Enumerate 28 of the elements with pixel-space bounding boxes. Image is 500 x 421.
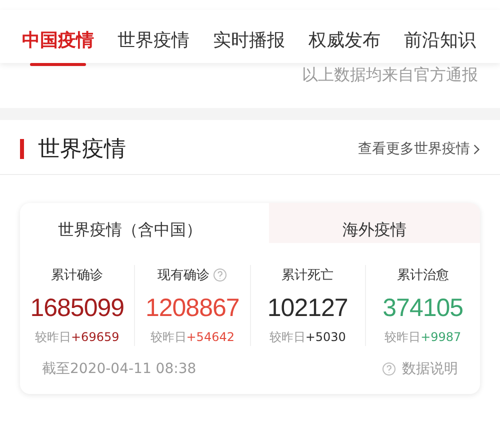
stat-delta: 较昨日+9987 — [384, 329, 462, 346]
stat-delta: 较昨日+5030 — [269, 329, 346, 346]
nav-tab[interactable]: 权威发布 — [308, 22, 380, 58]
section-marker — [20, 139, 24, 159]
stat-value: 1208867 — [145, 294, 240, 323]
active-underline — [30, 63, 86, 66]
help-icon — [382, 362, 396, 376]
stat-value: 374105 — [382, 294, 464, 323]
stat-label: 累计确诊 — [51, 267, 104, 284]
stat-label: 现有确诊 — [157, 267, 210, 284]
scope-tab[interactable]: 海外疫情 — [269, 203, 480, 243]
scope-tab[interactable]: 世界疫情（含中国） — [20, 203, 269, 243]
chevron-right-icon — [473, 144, 480, 154]
stat-value: 1685099 — [30, 294, 124, 323]
stat-value: 102127 — [267, 294, 348, 323]
nav-tab[interactable]: 世界疫情 — [118, 22, 190, 58]
more-link[interactable]: 查看更多世界疫情 — [358, 140, 480, 158]
nav-tab[interactable]: 前沿知识 — [404, 22, 476, 58]
nav-tab[interactable]: 实时播报 — [213, 22, 285, 58]
stat-label: 累计死亡 — [282, 267, 334, 284]
section-title: 世界疫情 — [38, 136, 127, 164]
stat-label: 累计治愈 — [396, 267, 449, 284]
stat-delta: 较昨日+69659 — [35, 329, 120, 346]
help-icon[interactable] — [213, 268, 228, 282]
stat-delta: 较昨日+54642 — [150, 329, 234, 346]
source-note: 以上数据均来自官方通报 — [302, 65, 478, 86]
timestamp: 截至2020-04-11 08:38 — [42, 360, 196, 378]
nav-tab[interactable]: 中国疫情 — [22, 22, 94, 58]
